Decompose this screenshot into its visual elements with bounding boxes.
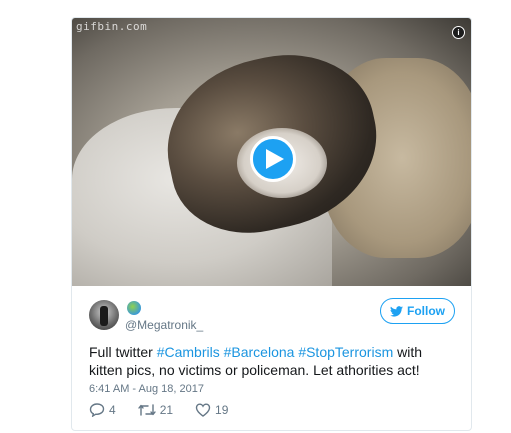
gif-media[interactable]: gifbin.com i bbox=[72, 18, 471, 286]
tweet-text-segment: Full twitter bbox=[89, 344, 157, 360]
like-count: 19 bbox=[215, 403, 229, 417]
tweet-text: Full twitter #Cambrils #Barcelona #StopT… bbox=[89, 343, 459, 379]
follow-label: Follow bbox=[407, 304, 445, 318]
follow-button[interactable]: Follow bbox=[380, 298, 455, 324]
hashtag-link[interactable]: #StopTerrorism bbox=[298, 344, 393, 360]
hashtag-link[interactable]: #Barcelona bbox=[224, 344, 295, 360]
like-button[interactable]: 19 bbox=[195, 403, 228, 417]
tweet-actions: 4 21 19 bbox=[89, 403, 250, 417]
hashtag-link[interactable]: #Cambrils bbox=[157, 344, 220, 360]
play-icon bbox=[266, 149, 284, 169]
reply-count: 4 bbox=[109, 403, 116, 417]
avatar[interactable] bbox=[89, 300, 119, 330]
heart-icon bbox=[195, 403, 211, 417]
user-handle[interactable]: @Megatronik_ bbox=[125, 318, 203, 332]
reply-button[interactable]: 4 bbox=[89, 403, 116, 417]
tweet-card: gifbin.com i @Megatronik_ Follow Full tw… bbox=[71, 17, 472, 431]
twitter-bird-icon bbox=[390, 305, 403, 317]
watermark: gifbin.com bbox=[76, 20, 148, 33]
reply-icon bbox=[89, 403, 105, 417]
play-button[interactable] bbox=[250, 136, 296, 182]
globe-icon bbox=[127, 301, 141, 315]
info-icon[interactable]: i bbox=[452, 26, 465, 39]
retweet-icon bbox=[137, 404, 156, 416]
retweet-button[interactable]: 21 bbox=[137, 403, 174, 417]
tweet-timestamp[interactable]: 6:41 AM - Aug 18, 2017 bbox=[89, 383, 204, 395]
retweet-count: 21 bbox=[159, 403, 174, 417]
